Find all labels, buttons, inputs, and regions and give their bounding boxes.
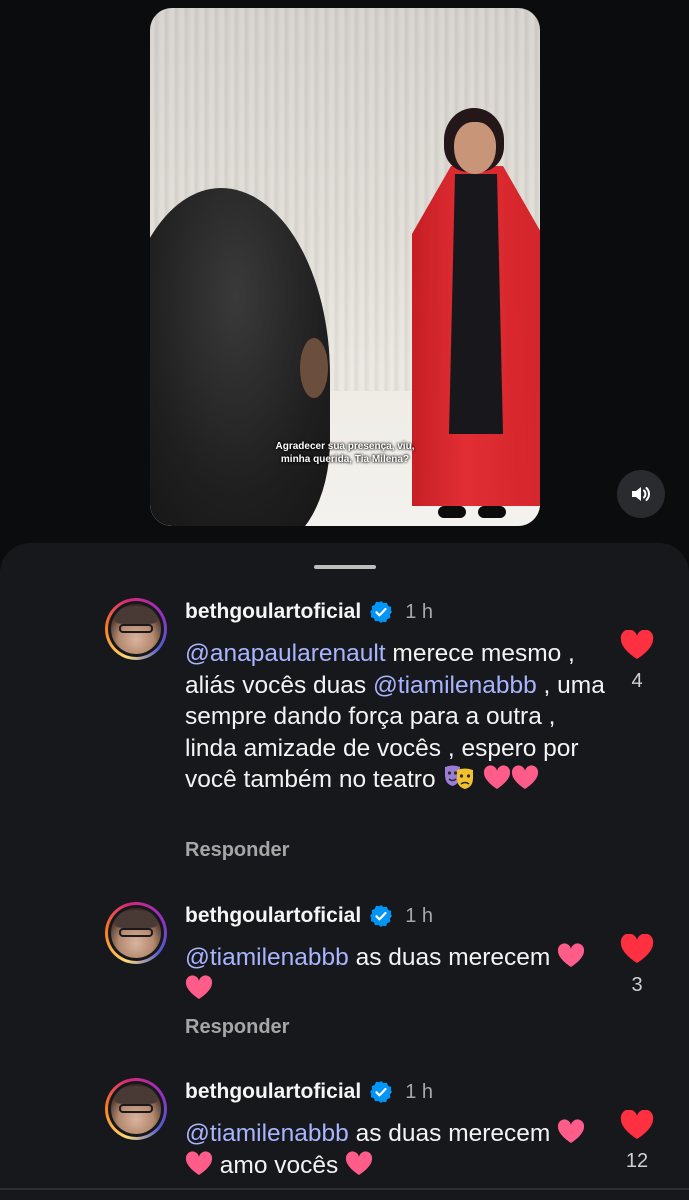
- avatar[interactable]: [105, 598, 167, 660]
- verified-badge-icon: [370, 1081, 393, 1103]
- comment-text-part: as duas merecem: [348, 1120, 558, 1147]
- comment-text: @tiamilenabbb as duas merecem amo vocês: [185, 1118, 605, 1181]
- like-button[interactable]: 3: [618, 934, 656, 997]
- like-button[interactable]: 4: [618, 630, 656, 693]
- sound-toggle-button[interactable]: [617, 470, 665, 518]
- heart-filled-icon: [620, 934, 654, 963]
- verified-badge-icon: [370, 905, 393, 927]
- comment-header: bethgoulartoficial 1 h: [185, 1080, 433, 1104]
- like-count: 3: [631, 974, 643, 996]
- comment-text-part: amo vocês: [213, 1151, 346, 1179]
- video-caption: Agradecer sua presença, viu, minha queri…: [275, 441, 415, 465]
- comment-header: bethgoulartoficial 1 h: [185, 904, 433, 928]
- actress-figure: [412, 108, 540, 518]
- mention-link[interactable]: @tiamilenabbb: [185, 1120, 349, 1147]
- heart-icon: [512, 765, 539, 789]
- comment-username[interactable]: bethgoulartoficial: [185, 600, 361, 624]
- comment-username[interactable]: bethgoulartoficial: [185, 904, 361, 928]
- comment-username[interactable]: bethgoulartoficial: [185, 1080, 361, 1104]
- reply-button[interactable]: Responder: [185, 839, 289, 862]
- heart-filled-icon: [620, 630, 654, 659]
- reply-button[interactable]: Responder: [185, 1016, 289, 1039]
- avatar[interactable]: [105, 1078, 167, 1140]
- comments-sheet[interactable]: bethgoulartoficial 1 h @anapaularenault …: [0, 543, 689, 1200]
- comment-time: 1 h: [405, 600, 433, 623]
- like-count: 4: [631, 670, 643, 692]
- avatar[interactable]: [105, 902, 167, 964]
- sheet-bottom-divider: [0, 1188, 689, 1190]
- like-button[interactable]: 12: [618, 1110, 656, 1173]
- heart-icon: [484, 765, 511, 789]
- video-area: Agradecer sua presença, viu, minha queri…: [0, 0, 689, 550]
- comment-header: bethgoulartoficial 1 h: [185, 600, 433, 624]
- comment-time: 1 h: [405, 1080, 433, 1103]
- speaker-on-icon: [632, 487, 650, 501]
- sheet-drag-handle[interactable]: [314, 565, 376, 569]
- heart-icon: [185, 974, 213, 999]
- heart-icon: [558, 1119, 585, 1143]
- mention-link[interactable]: @tiamilenabbb: [185, 944, 349, 971]
- like-count: 12: [625, 1150, 649, 1172]
- video-player[interactable]: Agradecer sua presença, viu, minha queri…: [150, 8, 540, 526]
- comment-text: @tiamilenabbb as duas merecem: [185, 942, 605, 1005]
- performing-arts-icon: [445, 765, 474, 789]
- comment-text-part: as duas merecem: [348, 944, 558, 971]
- heart-icon: [346, 1150, 373, 1175]
- mention-link[interactable]: @tiamilenabbb: [373, 672, 537, 699]
- mention-link[interactable]: @anapaularenault: [185, 640, 386, 667]
- verified-badge-icon: [370, 601, 393, 623]
- heart-icon: [185, 1150, 213, 1175]
- comment-text: @anapaularenault merece mesmo , aliás vo…: [185, 638, 605, 796]
- heart-icon: [558, 943, 585, 967]
- heart-filled-icon: [620, 1110, 654, 1139]
- spectator-ear: [300, 338, 328, 398]
- comment-time: 1 h: [405, 904, 433, 927]
